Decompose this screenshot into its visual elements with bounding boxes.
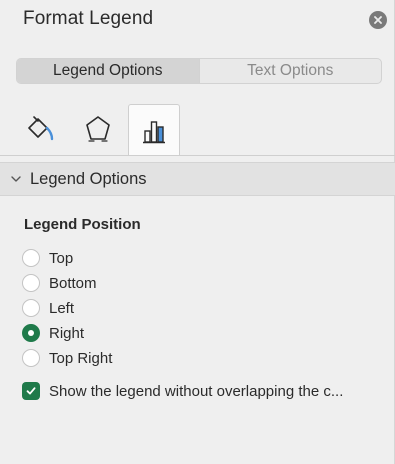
chevron-down-icon: [10, 172, 24, 186]
legend-options-bar-chart-icon: [143, 120, 165, 143]
overlap-checkbox-row[interactable]: Show the legend without overlapping the …: [22, 380, 343, 402]
radio-button[interactable]: [22, 349, 40, 367]
options-segmented-control: Legend Options Text Options: [16, 58, 382, 84]
tab-legend-options-icon[interactable]: [128, 104, 180, 156]
tab-legend-options[interactable]: Legend Options: [17, 59, 199, 83]
radio-top[interactable]: Top: [22, 247, 73, 269]
radio-button-selected[interactable]: [22, 324, 40, 342]
fill-line-icon: [28, 116, 54, 141]
tab-fill-line[interactable]: [14, 104, 66, 154]
radio-top-right[interactable]: Top Right: [22, 347, 112, 369]
overlap-checkbox-label: Show the legend without overlapping the …: [49, 382, 344, 400]
tab-effects[interactable]: [72, 104, 124, 154]
radio-label: Top: [49, 249, 74, 267]
overlap-checkbox[interactable]: [22, 382, 40, 400]
legend-options-section-header[interactable]: Legend Options: [0, 162, 395, 196]
format-legend-pane: Format Legend Legend Options Text Option…: [0, 0, 395, 464]
radio-right[interactable]: Right: [22, 322, 84, 344]
radio-label: Left: [49, 299, 75, 317]
radio-button[interactable]: [22, 299, 40, 317]
radio-label: Top Right: [49, 349, 113, 367]
pane-title: Format Legend: [23, 8, 154, 29]
tab-divider: [0, 155, 395, 156]
radio-label: Right: [49, 324, 85, 342]
radio-left[interactable]: Left: [22, 297, 74, 319]
checkmark-icon: [26, 387, 36, 395]
close-button[interactable]: [369, 11, 387, 29]
icon-tab-bar: [0, 104, 395, 156]
radio-bottom[interactable]: Bottom: [22, 272, 97, 294]
radio-label: Bottom: [49, 274, 97, 292]
legend-position-heading: Legend Position: [24, 216, 141, 233]
effects-pentagon-icon: [86, 116, 110, 142]
radio-button[interactable]: [22, 249, 40, 267]
section-label: Legend Options: [30, 169, 147, 188]
close-icon: [374, 16, 382, 24]
radio-button[interactable]: [22, 274, 40, 292]
radio-dot: [28, 330, 34, 336]
tab-text-options[interactable]: Text Options: [198, 59, 382, 83]
